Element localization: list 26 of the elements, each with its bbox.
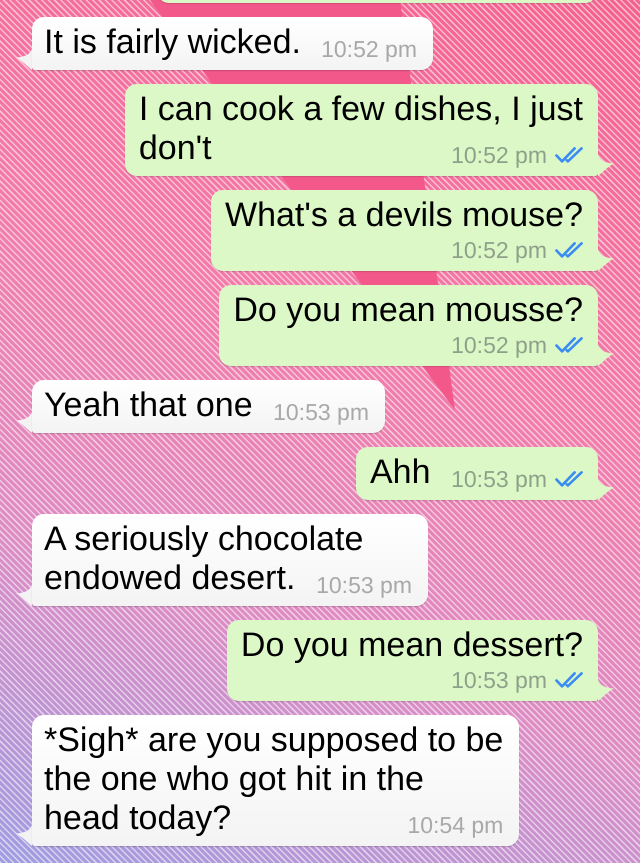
timestamp: 10:52 pm: [451, 238, 547, 262]
message-text: head today?: [44, 799, 232, 838]
bubble-tail: [16, 48, 32, 70]
message-text: What's a devils mouse?: [225, 196, 583, 235]
message-text: don't: [138, 129, 212, 168]
message-text: Do you mean mousse?: [233, 291, 583, 330]
bubble-tail: [16, 824, 32, 846]
timestamp: 10:52 pm: [321, 37, 417, 61]
timestamp: 10:53 pm: [451, 467, 547, 491]
message-text: It is fairly wicked.: [44, 23, 301, 62]
timestamp: 10:54 pm: [407, 813, 504, 837]
message-text: I can cook a few dishes, I just: [138, 90, 583, 129]
message-text: Ahh: [370, 453, 430, 492]
timestamp: 10:52 pm: [451, 333, 547, 357]
bubble-tail: [16, 584, 32, 606]
bubble-tail: [16, 411, 32, 433]
message-text: endowed desert.: [44, 559, 296, 598]
timestamp: 10:53 pm: [451, 668, 547, 692]
message-text: Do you mean dessert?: [240, 626, 583, 665]
message-text: *Sigh* are you supposed to be: [44, 721, 504, 760]
timestamp: 10:53 pm: [273, 400, 369, 424]
message-text: A seriously chocolate: [44, 520, 364, 559]
timestamp: 10:52 pm: [451, 143, 547, 167]
timestamp: 10:53 pm: [316, 573, 412, 597]
message-text: the one who got hit in the: [44, 760, 424, 799]
message-text: Yeah that one: [44, 386, 253, 425]
